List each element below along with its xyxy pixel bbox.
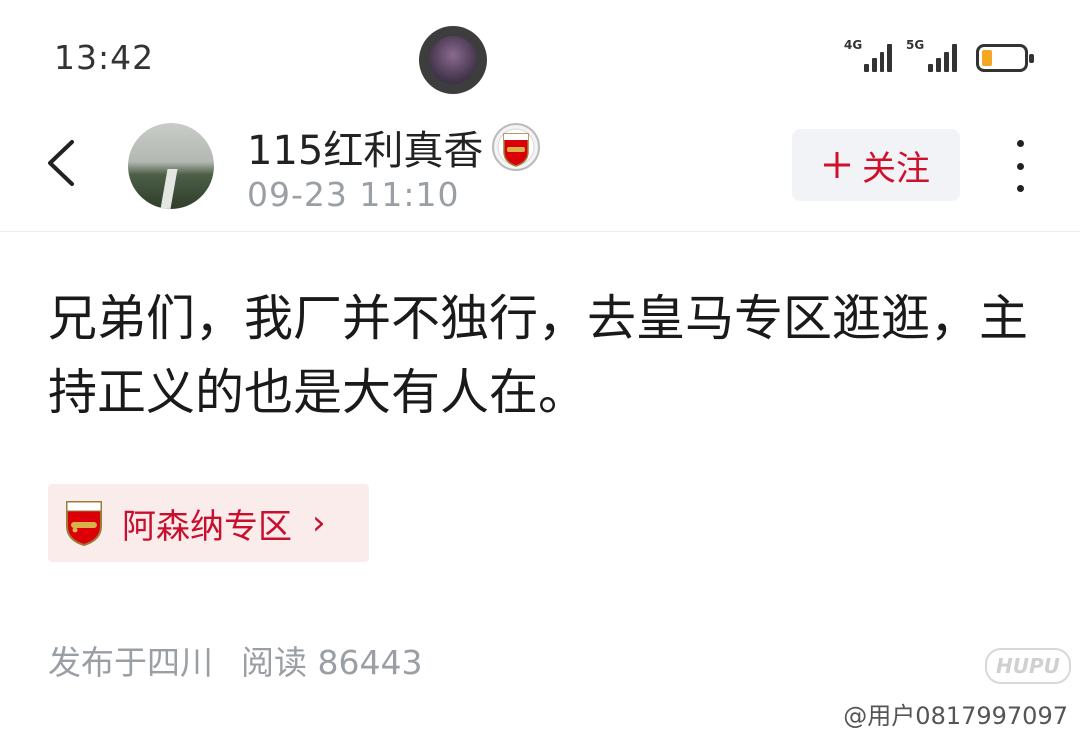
hupu-watermark: HUPU	[985, 648, 1071, 684]
more-vertical-icon	[1016, 140, 1024, 147]
chevron-right-icon: ›	[312, 503, 326, 543]
back-button[interactable]	[44, 138, 84, 188]
post-meta: 发布于四川 阅读 86443	[48, 636, 422, 684]
arsenal-crest-icon	[492, 123, 541, 171]
header-divider	[0, 231, 1080, 232]
battery-icon	[976, 44, 1034, 72]
status-icons: 4G 5G	[844, 38, 1034, 72]
post-time: 09-23 11:10	[247, 175, 460, 214]
zone-tag-label: 阿森纳专区	[122, 506, 292, 547]
post-read-count: 阅读 86443	[241, 643, 423, 682]
plus-icon	[824, 152, 850, 178]
more-options-button[interactable]	[1012, 140, 1028, 192]
signal-4g-icon: 4G	[844, 38, 892, 72]
post-location: 发布于四川	[48, 643, 213, 682]
status-center-avatar	[419, 26, 487, 94]
follow-button[interactable]: 关注	[792, 129, 960, 201]
zone-tag-arsenal[interactable]: 阿森纳专区 ›	[48, 484, 369, 562]
chevron-left-icon	[48, 140, 74, 186]
user-avatar[interactable]	[128, 123, 214, 209]
post-body: 兄弟们，我厂并不独行，去皇马专区逛逛，主持正义的也是大有人在。	[48, 290, 1029, 421]
username[interactable]: 115红利真香	[247, 118, 483, 176]
follow-label: 关注	[862, 148, 930, 189]
signal-5g-icon: 5G	[906, 38, 958, 72]
status-time: 13:42	[54, 38, 155, 77]
user-watermark: @用户0817997097	[843, 702, 1068, 730]
username-row: 115红利真香	[247, 118, 541, 176]
arsenal-crest-icon	[66, 501, 102, 546]
